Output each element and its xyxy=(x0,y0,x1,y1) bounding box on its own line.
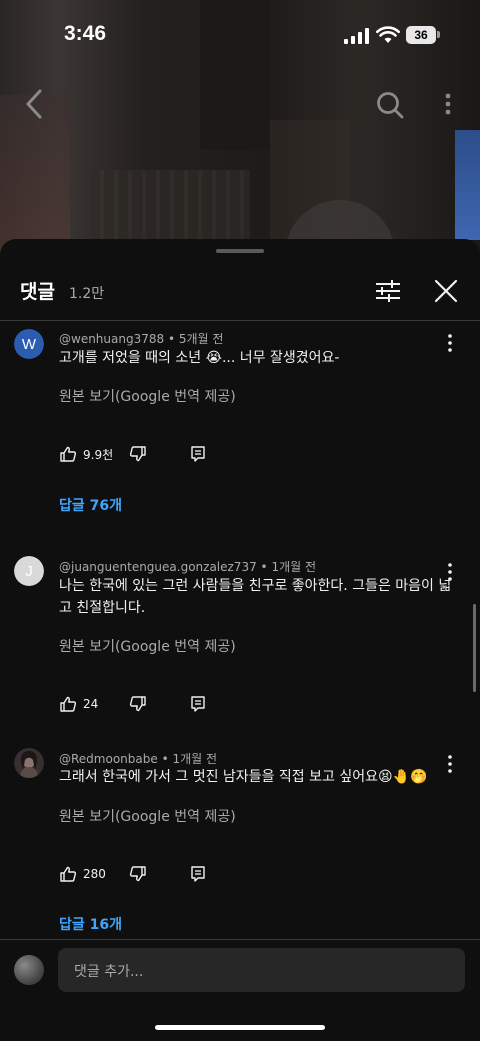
see-original-link[interactable]: 원본 보기(Google 번역 제공) xyxy=(59,636,236,656)
thumbs-down-icon xyxy=(129,446,146,462)
dislike-button[interactable] xyxy=(129,862,147,886)
battery-indicator: 36 xyxy=(406,26,436,44)
reply-button[interactable] xyxy=(189,692,207,716)
comment-reply-icon xyxy=(191,696,205,712)
svg-text:J: J xyxy=(25,563,33,580)
like-button[interactable]: 9.9천 xyxy=(59,442,113,466)
dislike-button[interactable] xyxy=(129,442,147,466)
home-indicator xyxy=(155,1025,325,1030)
scrollbar[interactable] xyxy=(473,604,476,692)
comment-text: 나는 한국에 있는 그런 사람들을 친구로 좋아한다. 그들은 마음이 넓고 친… xyxy=(59,578,452,616)
meta-separator: • xyxy=(167,332,179,346)
avatar-photo xyxy=(14,748,44,778)
comments-title: 댓글 xyxy=(20,281,55,303)
comment-author[interactable]: @juanguentenguea.gonzalez737 xyxy=(59,560,257,574)
add-comment-placeholder: 댓글 추가... xyxy=(74,964,144,980)
battery-tip xyxy=(437,31,440,38)
drag-handle[interactable] xyxy=(216,249,264,253)
status-time: 3:46 xyxy=(64,22,107,45)
comment-meta: @wenhuang3788 • 5개월 전 xyxy=(59,330,223,347)
thumbs-up-icon xyxy=(60,446,77,462)
svg-text:W: W xyxy=(22,336,37,353)
thumbs-up-icon xyxy=(60,866,77,882)
like-button[interactable]: 280 xyxy=(59,862,106,886)
footer-divider xyxy=(0,939,480,940)
like-button[interactable]: 24 xyxy=(59,692,98,716)
avatar-letter-j: J xyxy=(14,556,44,586)
more-vertical-icon[interactable] xyxy=(442,92,454,118)
comments-count: 1.2만 xyxy=(69,286,105,302)
avatar xyxy=(14,955,44,985)
comment-text: 고개를 저었을 때의 소년 😭... 너무 잘생겼어요- xyxy=(59,350,340,366)
see-original-link[interactable]: 원본 보기(Google 번역 제공) xyxy=(59,806,236,826)
thumbs-down-icon xyxy=(129,696,146,712)
meta-separator: • xyxy=(161,752,173,766)
like-count: 24 xyxy=(83,697,99,711)
reply-button[interactable] xyxy=(189,862,207,886)
sliders-icon[interactable] xyxy=(372,275,404,307)
comment-text: 그래서 한국에 가서 그 멋진 남자들을 직접 보고 싶어요😫🤚🤭 xyxy=(59,769,428,785)
thumbs-up-icon xyxy=(60,696,77,712)
avatar[interactable]: W xyxy=(14,329,44,359)
chevron-left-icon[interactable] xyxy=(22,88,46,120)
search-icon[interactable] xyxy=(375,90,405,120)
avatar-letter-w: W xyxy=(14,329,44,359)
comment-actions: 9.9천 xyxy=(59,442,259,466)
meta-separator: • xyxy=(260,560,272,574)
comment-meta: @juanguentenguea.gonzalez737 • 1개월 전 xyxy=(59,558,316,575)
wifi-icon xyxy=(376,26,400,43)
comment-author[interactable]: @wenhuang3788 xyxy=(59,332,164,346)
thumbs-down-icon xyxy=(129,866,146,882)
close-icon[interactable] xyxy=(430,275,462,307)
comment-meta: @Redmoonbabe • 1개월 전 xyxy=(59,750,217,767)
cellular-signal-icon xyxy=(344,28,369,44)
dislike-button[interactable] xyxy=(129,692,147,716)
avatar[interactable] xyxy=(14,748,44,778)
comment-time: 1개월 전 xyxy=(271,560,317,574)
avatar[interactable]: J xyxy=(14,556,44,586)
view-replies-button[interactable]: 답글 76개 xyxy=(59,495,122,515)
comment-time: 5개월 전 xyxy=(178,332,224,346)
video-frame-shape xyxy=(455,130,480,240)
status-bar: 3:46 36 xyxy=(0,0,480,70)
header-divider xyxy=(0,320,480,321)
comment-actions: 24 xyxy=(59,692,259,716)
comment-author[interactable]: @Redmoonbabe xyxy=(59,752,158,766)
comment-actions: 280 xyxy=(59,862,259,886)
comment-reply-icon xyxy=(191,866,205,882)
view-replies-button[interactable]: 답글 16개 xyxy=(59,914,122,934)
like-count: 9.9천 xyxy=(83,447,114,462)
add-comment-bar: 댓글 추가... xyxy=(0,939,480,1041)
reply-button[interactable] xyxy=(189,442,207,466)
comment-time: 1개월 전 xyxy=(172,752,218,766)
see-original-link[interactable]: 원본 보기(Google 번역 제공) xyxy=(59,386,236,406)
add-comment-input[interactable]: 댓글 추가... xyxy=(58,948,465,992)
comment-reply-icon xyxy=(191,446,205,462)
like-count: 280 xyxy=(83,867,106,881)
